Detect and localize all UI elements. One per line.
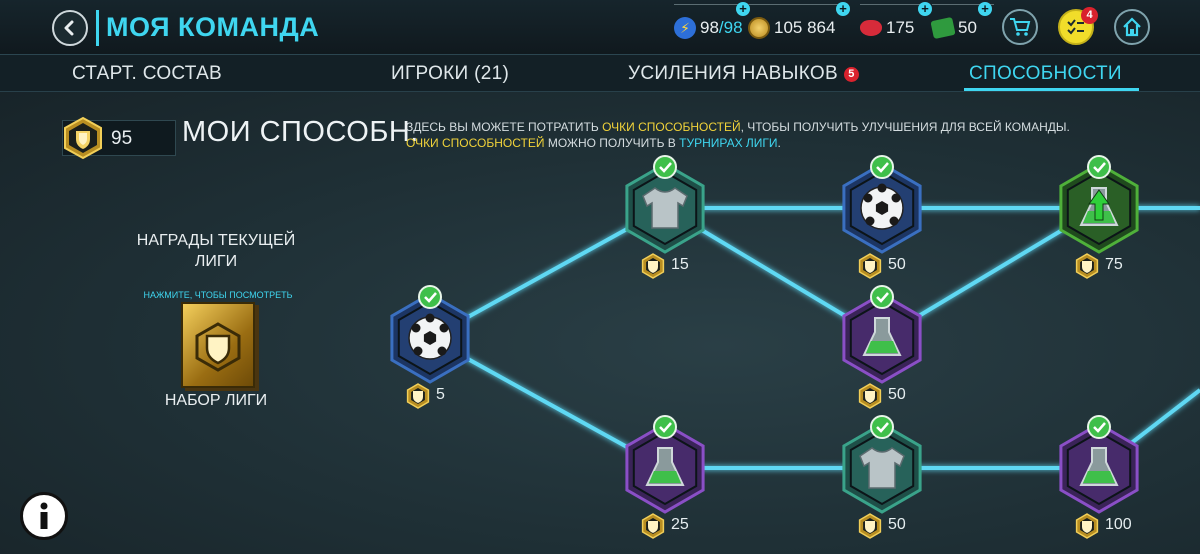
tree-connectors <box>429 206 1200 470</box>
ability-cost: 50 <box>888 516 906 533</box>
ability-node-jersey[interactable] <box>842 415 922 514</box>
ability-node-jersey[interactable] <box>625 155 705 254</box>
ability-node-flask[interactable] <box>625 415 705 514</box>
info-icon <box>40 502 48 529</box>
shield-icon <box>1075 513 1099 539</box>
shield-icon <box>641 513 665 539</box>
shield-icon <box>406 383 430 409</box>
shield-icon <box>858 513 882 539</box>
check-icon <box>1087 415 1111 439</box>
ability-node-flask[interactable] <box>1059 415 1139 514</box>
ability-node-ball[interactable] <box>390 285 470 384</box>
ability-cost: 25 <box>671 516 689 533</box>
shield-icon <box>858 383 882 409</box>
check-icon <box>870 415 894 439</box>
shield-icon <box>1075 253 1099 279</box>
shield-icon <box>858 253 882 279</box>
ability-node-ball[interactable] <box>842 155 922 254</box>
ability-cost: 15 <box>671 256 689 273</box>
check-icon <box>418 285 442 309</box>
ability-cost: 5 <box>436 386 445 403</box>
ability-cost: 100 <box>1105 516 1132 533</box>
check-icon <box>653 415 677 439</box>
ability-node-flask-arrow[interactable] <box>1059 155 1139 254</box>
ability-cost: 75 <box>1105 256 1123 273</box>
check-icon <box>870 155 894 179</box>
info-button[interactable] <box>20 492 68 540</box>
ability-cost: 50 <box>888 386 906 403</box>
ability-tree <box>390 155 1200 539</box>
ability-node-flask[interactable] <box>842 285 922 384</box>
check-icon <box>653 155 677 179</box>
shield-icon <box>641 253 665 279</box>
check-icon <box>870 285 894 309</box>
ability-cost: 50 <box>888 256 906 273</box>
check-icon <box>1087 155 1111 179</box>
